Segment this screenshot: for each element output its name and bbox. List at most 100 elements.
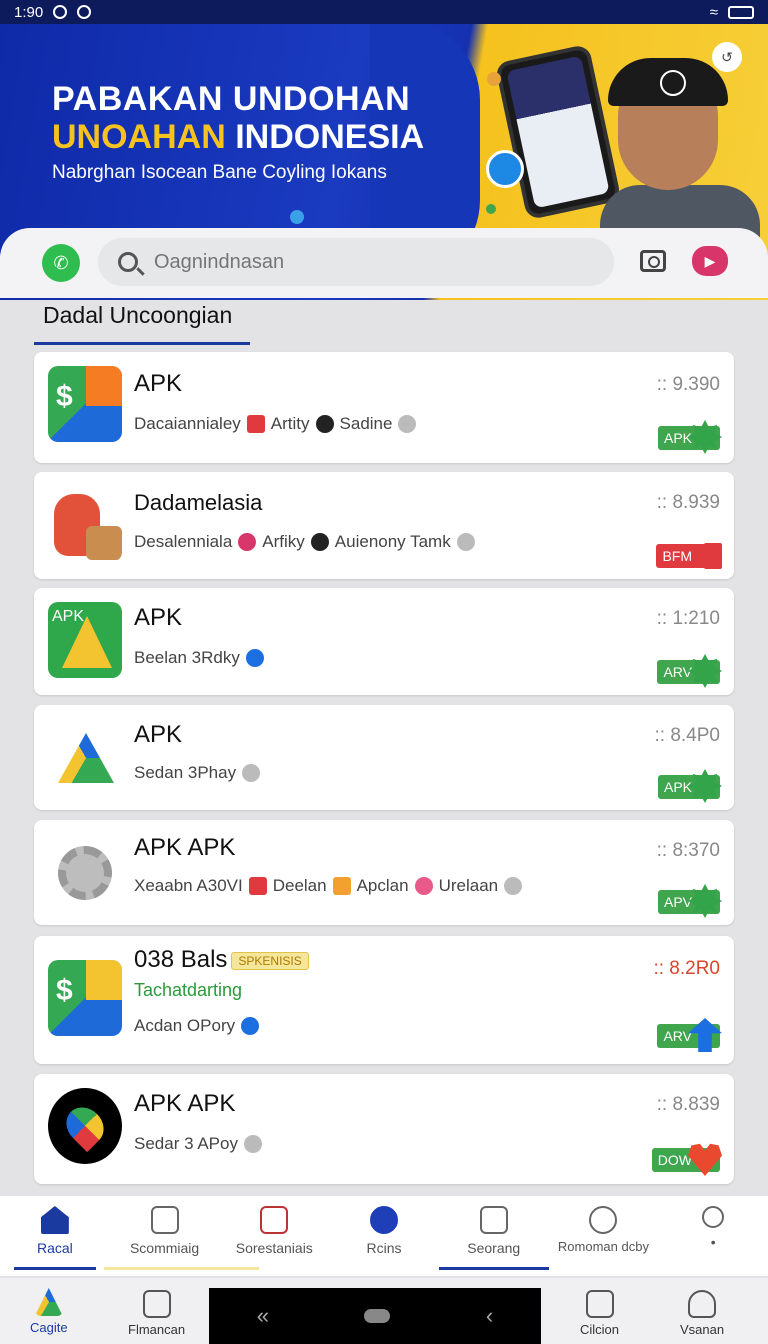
app-meta: Dacaiannialey Artity Sadine bbox=[134, 414, 417, 434]
bottom-navigation: Racal Scommiaig Sorestaniais Rcins Seora… bbox=[0, 1196, 768, 1276]
notification-icon bbox=[53, 5, 68, 19]
app-rank: :: 1:210 bbox=[656, 608, 720, 629]
banner-title-line1: PABAKAN UNDOHAN bbox=[52, 80, 411, 118]
app-meta: Beelan 3Rdky bbox=[134, 648, 264, 668]
app-title: APK bbox=[134, 604, 183, 631]
wifi-icon: ≈ bbox=[709, 3, 718, 21]
back-double-icon[interactable]: « bbox=[257, 1303, 269, 1329]
drive-icon bbox=[34, 1288, 63, 1316]
app-card[interactable]: APK APK Beelan 3Rdky :: 1:210 ARV bbox=[34, 588, 734, 695]
download-button[interactable]: ARV bbox=[657, 654, 722, 688]
app-rank: :: 8.839 bbox=[656, 1094, 720, 1115]
sys-item-home[interactable]: Flmancan bbox=[128, 1290, 185, 1337]
nav-item-search[interactable]: • bbox=[658, 1196, 768, 1276]
back-icon[interactable]: ‹ bbox=[486, 1303, 493, 1329]
cube-icon bbox=[150, 1206, 179, 1234]
app-meta: Sedar 3 APoy bbox=[134, 1134, 262, 1154]
app-title: 038 Bals SPKENISIS bbox=[134, 946, 309, 974]
app-title: APK APK bbox=[134, 834, 236, 861]
update-icon bbox=[589, 1206, 618, 1234]
chart-icon bbox=[260, 1206, 289, 1234]
camera-icon[interactable] bbox=[640, 250, 666, 272]
nav-item-apps[interactable]: Scommiaig bbox=[103, 1196, 260, 1276]
banner-title-line2: UNOAHAN INDONESIA bbox=[52, 118, 425, 156]
app-icon-dollar-drive: $ bbox=[48, 960, 122, 1036]
verified-icon bbox=[241, 1017, 260, 1035]
section-underline bbox=[34, 342, 250, 345]
app-notification-icon bbox=[77, 5, 92, 19]
cube-icon bbox=[332, 877, 351, 895]
download-button[interactable]: APV bbox=[657, 884, 722, 918]
app-card[interactable]: $ APK Dacaiannialey Artity Sadine :: 9.3… bbox=[34, 352, 734, 463]
nav-item-games[interactable]: Rcins bbox=[329, 1196, 439, 1276]
nav-item-search[interactable]: Seorang bbox=[438, 1196, 549, 1276]
info-icon bbox=[242, 764, 261, 782]
app-card[interactable]: Dadamelasia Desalenniala Arfiky Auienony… bbox=[34, 472, 734, 579]
pinwheel-icon bbox=[414, 877, 433, 895]
verified-icon bbox=[245, 649, 264, 667]
app-title: APK APK bbox=[134, 1090, 236, 1117]
download-button[interactable]: BFM bbox=[656, 543, 722, 569]
app-title: APK bbox=[134, 370, 183, 397]
sys-item-profile[interactable]: Vsanan bbox=[680, 1290, 724, 1337]
app-card[interactable]: APK Sedan 3Phay :: 8.4P0 APK bbox=[34, 705, 734, 810]
status-time: 1:90 bbox=[14, 3, 44, 21]
confetti-dot bbox=[486, 204, 496, 214]
sys-item-camera[interactable]: Cilcion bbox=[580, 1290, 619, 1337]
app-subtitle: Tachatdarting bbox=[134, 980, 243, 1000]
camera-icon bbox=[479, 1206, 508, 1234]
whatsapp-icon[interactable]: ✆ bbox=[42, 244, 80, 282]
system-navigation: Cagite Flmancan « ‹ Cilcion Vsanan bbox=[0, 1278, 768, 1344]
app-meta: Xeaabn A30VI Deelan Apclan Urelaan bbox=[134, 876, 523, 896]
app-meta: Desalenniala Arfiky Auienony Tamk bbox=[134, 532, 475, 552]
info-icon bbox=[504, 877, 523, 895]
house-icon bbox=[142, 1290, 171, 1318]
app-card[interactable]: APK APK Sedar 3 APoy :: 8.839 DOW bbox=[34, 1074, 734, 1184]
info-icon bbox=[456, 533, 475, 551]
phone-badge-icon bbox=[486, 150, 524, 188]
battery-icon bbox=[728, 5, 754, 19]
download-button[interactable]: APK bbox=[657, 420, 722, 454]
app-rank: :: 8.4P0 bbox=[654, 725, 721, 746]
sys-item-drive[interactable]: Cagite bbox=[30, 1288, 68, 1335]
app-card[interactable]: APK APK Xeaabn A30VI Deelan Apclan Urela… bbox=[34, 820, 734, 925]
dark-circle-icon bbox=[310, 533, 329, 551]
info-icon bbox=[243, 1135, 262, 1153]
rating-icon bbox=[246, 415, 265, 433]
app-icon-drive bbox=[48, 719, 122, 795]
camera-icon bbox=[585, 1290, 614, 1318]
nav-item-updates[interactable]: Romoman dcby bbox=[549, 1196, 659, 1276]
app-rank: :: 9.390 bbox=[656, 374, 720, 395]
send-icon[interactable]: ▶ bbox=[692, 246, 728, 276]
app-icon-apk: APK bbox=[48, 602, 122, 678]
download-button[interactable]: APK bbox=[657, 769, 722, 803]
nav-item-home[interactable]: Racal bbox=[0, 1196, 110, 1276]
gamepad-icon bbox=[370, 1206, 399, 1234]
home-pill-icon[interactable] bbox=[364, 1309, 391, 1323]
confetti-dot bbox=[290, 210, 304, 224]
confetti-dot bbox=[487, 72, 501, 86]
app-rank: :: 8:370 bbox=[656, 840, 720, 861]
section-title: Dadal Uncoongian bbox=[43, 302, 233, 328]
app-meta: Sedan 3Phay bbox=[134, 763, 261, 783]
app-rank: :: 8.939 bbox=[656, 492, 720, 513]
app-rank: :: 8.2R0 bbox=[653, 958, 720, 979]
download-button[interactable]: ARV bbox=[657, 1018, 722, 1052]
search-field[interactable] bbox=[98, 238, 614, 286]
search-input[interactable] bbox=[154, 250, 574, 274]
app-icon-gear bbox=[48, 834, 122, 910]
nav-item-chart[interactable]: Sorestaniais bbox=[219, 1196, 329, 1276]
app-title: Dadamelasia bbox=[134, 490, 263, 515]
banner-subtitle: Nabrghan Isocean Bane Coyling Iokans bbox=[52, 162, 387, 183]
app-icon-maps bbox=[48, 1088, 122, 1164]
gesture-bar: « ‹ bbox=[209, 1288, 541, 1344]
sponsor-tag: SPKENISIS bbox=[231, 951, 309, 970]
share-icon[interactable]: ↺ bbox=[712, 42, 742, 72]
download-button[interactable]: DOW bbox=[651, 1143, 722, 1176]
app-icon-dollar-drive: $ bbox=[48, 366, 122, 442]
person-icon bbox=[688, 1290, 717, 1318]
home-icon bbox=[40, 1206, 69, 1234]
app-title: APK bbox=[134, 721, 183, 748]
app-icon-mascot bbox=[48, 486, 122, 562]
app-card[interactable]: $ 038 Bals SPKENISIS Tachatdarting Acdan … bbox=[34, 936, 734, 1064]
